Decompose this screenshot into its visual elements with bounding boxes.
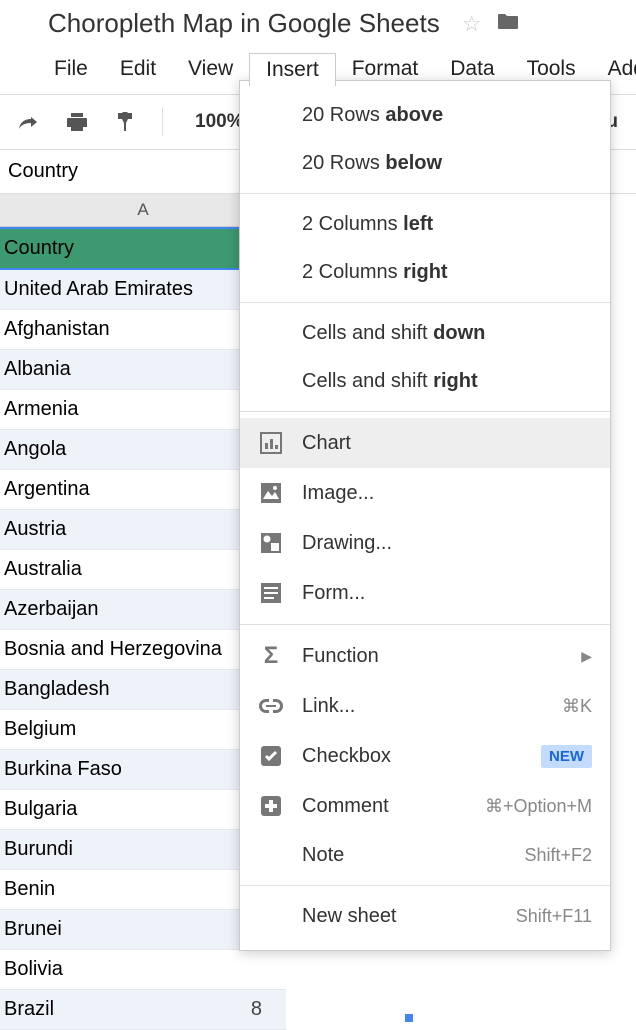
menu-label: 2 Columns right xyxy=(302,261,592,284)
menu-separator xyxy=(240,193,610,194)
menu-cells-shift-down[interactable]: Cells and shift down xyxy=(240,309,610,357)
menu-label: Cells and shift right xyxy=(302,370,592,393)
star-icon[interactable]: ☆ xyxy=(462,11,482,37)
menu-label: 20 Rows above xyxy=(302,104,592,127)
link-icon xyxy=(258,693,284,719)
menu-separator xyxy=(240,302,610,303)
shortcut-text: Shift+F11 xyxy=(516,906,592,927)
print-icon[interactable] xyxy=(62,111,92,133)
menu-image[interactable]: Image... xyxy=(240,468,610,518)
sigma-icon: Σ xyxy=(258,643,284,669)
menu-label: Chart xyxy=(302,432,592,455)
menu-separator xyxy=(240,885,610,886)
drawing-icon xyxy=(258,530,284,556)
document-title[interactable]: Choropleth Map in Google Sheets ☆ xyxy=(48,8,588,39)
menu-label: 20 Rows below xyxy=(302,152,592,175)
redo-icon[interactable] xyxy=(14,114,44,130)
folder-icon[interactable] xyxy=(497,12,519,36)
form-icon xyxy=(258,580,284,606)
shortcut-text: ⌘+Option+M xyxy=(485,796,592,817)
menu-label: 2 Columns left xyxy=(302,213,592,236)
menu-cells-shift-right[interactable]: Cells and shift right xyxy=(240,357,610,405)
menu-label: Image... xyxy=(302,482,592,505)
menu-columns-left[interactable]: 2 Columns left xyxy=(240,200,610,248)
cell-country: Brazil xyxy=(4,998,54,1021)
menu-edit[interactable]: Edit xyxy=(104,53,172,86)
insert-menu-dropdown: 20 Rows above 20 Rows below 2 Columns le… xyxy=(239,80,611,951)
menu-drawing[interactable]: Drawing... xyxy=(240,518,610,568)
menu-file[interactable]: File xyxy=(38,53,104,86)
menu-rows-below[interactable]: 20 Rows below xyxy=(240,139,610,187)
menu-view[interactable]: View xyxy=(172,53,249,86)
toolbar-separator xyxy=(162,108,163,136)
menu-label: Function xyxy=(302,645,563,668)
menu-label: Form... xyxy=(302,582,592,605)
chart-icon xyxy=(258,430,284,456)
table-row[interactable]: Brazil 8 xyxy=(0,990,286,1030)
formula-value: Country xyxy=(8,160,78,182)
selection-handle[interactable] xyxy=(405,1014,413,1022)
menu-insert[interactable]: Insert xyxy=(249,53,336,86)
paint-format-icon[interactable] xyxy=(110,111,140,133)
menu-new-sheet[interactable]: New sheet Shift+F11 xyxy=(240,892,610,940)
comment-icon xyxy=(258,793,284,819)
menu-label: Drawing... xyxy=(302,532,592,555)
menu-label: Comment xyxy=(302,795,467,818)
shortcut-text: Shift+F2 xyxy=(524,845,592,866)
cell-value: 8 xyxy=(251,998,282,1021)
menu-form[interactable]: Form... xyxy=(240,568,610,618)
menu-function[interactable]: Σ Function ▶ xyxy=(240,631,610,681)
menu-comment[interactable]: Comment ⌘+Option+M xyxy=(240,781,610,831)
table-row[interactable]: Bolivia xyxy=(0,950,286,990)
menu-label: Cells and shift down xyxy=(302,322,592,345)
menu-link[interactable]: Link... ⌘K xyxy=(240,681,610,731)
menu-checkbox[interactable]: Checkbox NEW xyxy=(240,731,610,781)
menu-separator xyxy=(240,624,610,625)
shortcut-text: ⌘K xyxy=(562,696,592,717)
menu-label: Checkbox xyxy=(302,745,523,768)
new-badge: NEW xyxy=(541,745,592,768)
menu-columns-right[interactable]: 2 Columns right xyxy=(240,248,610,296)
menu-rows-above[interactable]: 20 Rows above xyxy=(240,91,610,139)
menu-label: New sheet xyxy=(302,905,498,928)
menu-chart[interactable]: Chart xyxy=(240,418,610,468)
menu-note[interactable]: Note Shift+F2 xyxy=(240,831,610,879)
menu-separator xyxy=(240,411,610,412)
image-icon xyxy=(258,480,284,506)
menu-label: Note xyxy=(302,844,506,867)
title-text: Choropleth Map in Google Sheets xyxy=(48,8,440,39)
checkbox-icon xyxy=(258,743,284,769)
submenu-arrow-icon: ▶ xyxy=(581,648,592,665)
menu-label: Link... xyxy=(302,695,544,718)
